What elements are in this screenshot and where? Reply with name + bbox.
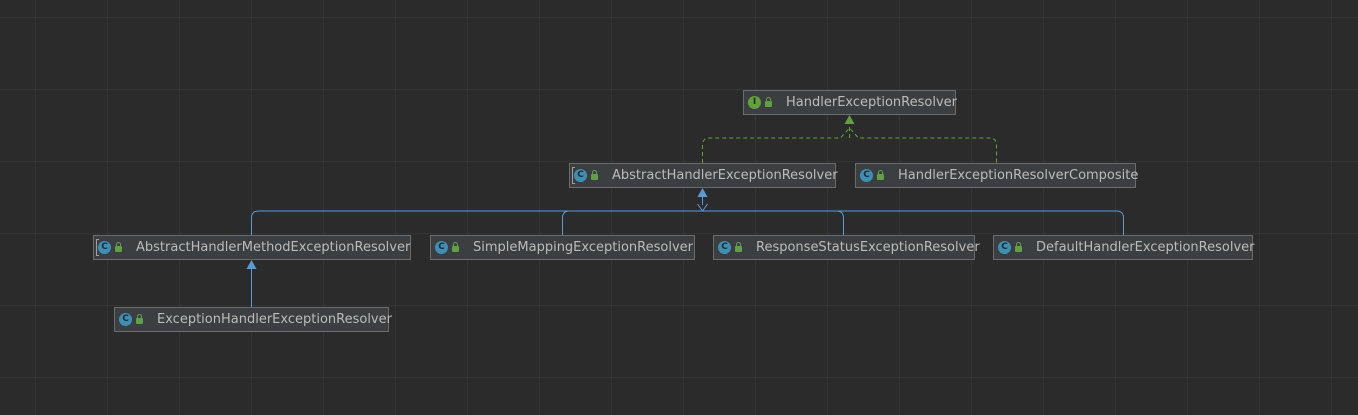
node-default-handler-exception-resolver[interactable]: C DefaultHandlerExceptionResolver [993,235,1255,260]
class-icon: C [718,241,731,254]
interface-icon: I [748,96,761,109]
node-response-status-exception-resolver[interactable]: C ResponseStatusExceptionResolver [713,235,980,260]
edges-layer [246,115,1124,307]
edge-implements-arrowhead [844,115,855,124]
node-exception-handler-exception-resolver[interactable]: C ExceptionHandlerExceptionResolver [114,307,392,332]
node-abstract-handler-method-exception-resolver[interactable]: C AbstractHandlerMethodExceptionResolver [93,235,411,260]
node-label: AbstractHandlerExceptionResolver [612,168,838,183]
node-label: ExceptionHandlerExceptionResolver [157,312,392,327]
public-lock-icon [452,242,459,252]
edge-extends-simple-mapping [562,210,570,235]
node-label: AbstractHandlerMethodExceptionResolver [136,240,411,255]
node-label: HandlerExceptionResolver [786,95,957,110]
class-icon: C [998,241,1011,254]
node-simple-mapping-exception-resolver[interactable]: C SimpleMappingExceptionResolver [430,235,695,260]
class-icon: C [435,241,448,254]
edge-implements-bus [702,127,997,163]
abstract-class-icon: C [572,167,587,184]
edge-extends-exception-handler-arrowhead [246,260,257,269]
edge-extends-junction [697,203,708,212]
public-lock-icon [1015,242,1022,252]
edge-extends-arrowhead [697,188,708,197]
node-handler-exception-resolver[interactable]: I HandlerExceptionResolver [743,90,957,115]
uml-diagram-canvas[interactable]: I HandlerExceptionResolver C AbstractHan… [0,0,1358,415]
public-lock-icon [136,314,143,324]
node-label: SimpleMappingExceptionResolver [473,240,693,255]
public-lock-icon [765,97,772,107]
public-lock-icon [877,170,884,180]
public-lock-icon [735,242,742,252]
node-handler-exception-resolver-composite[interactable]: C HandlerExceptionResolverComposite [855,163,1139,188]
class-icon: C [860,169,873,182]
edge-extends-bus [251,210,1124,235]
node-label: HandlerExceptionResolverComposite [898,168,1139,183]
edge-extends-response-status [836,210,844,235]
node-label: DefaultHandlerExceptionResolver [1036,240,1255,255]
public-lock-icon [115,242,122,252]
class-icon: C [119,313,132,326]
abstract-class-icon: C [96,239,111,256]
node-abstract-handler-exception-resolver[interactable]: C AbstractHandlerExceptionResolver [569,163,838,188]
node-label: ResponseStatusExceptionResolver [756,240,980,255]
public-lock-icon [591,170,598,180]
